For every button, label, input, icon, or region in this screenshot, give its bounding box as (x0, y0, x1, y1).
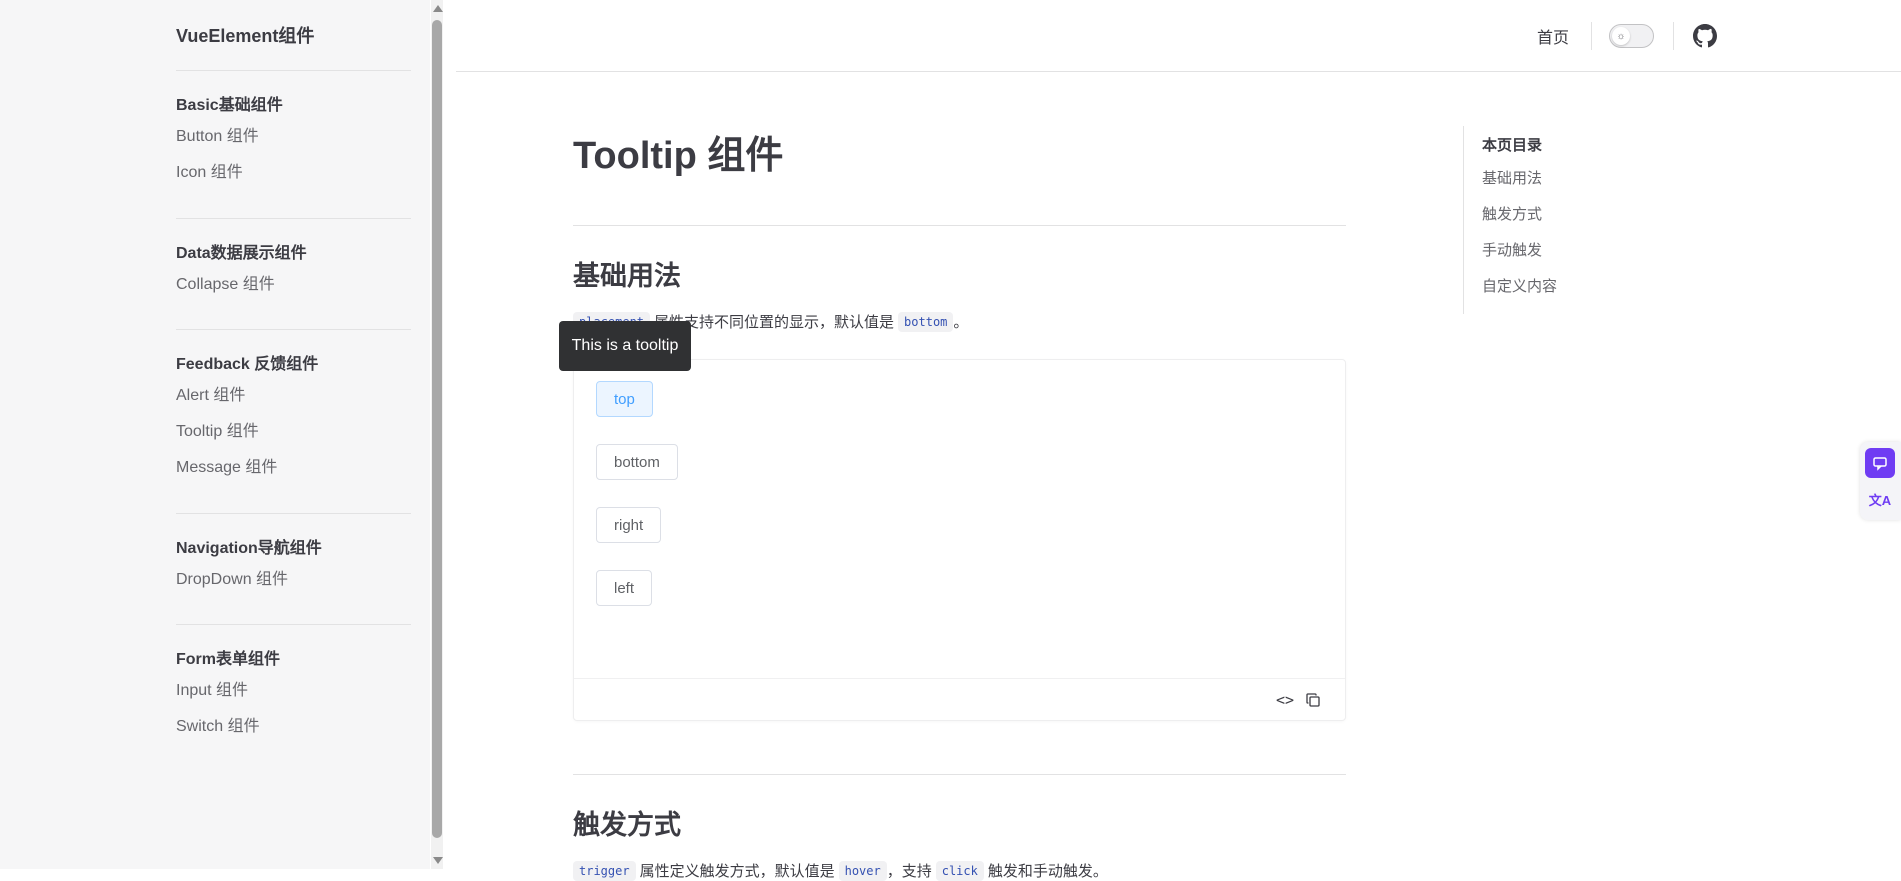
floating-widget: 文A (1860, 442, 1901, 520)
desc-mid: ，支持 (886, 863, 932, 880)
toc-item-basic[interactable]: 基础用法 (1482, 170, 1557, 206)
sidebar-item-collapse[interactable]: Collapse 组件 (176, 267, 411, 303)
sidebar-group-title: Navigation导航组件 (176, 540, 322, 557)
sidebar-item-message[interactable]: Message 组件 (176, 450, 411, 486)
theme-toggle-switch[interactable]: ☼ (1609, 24, 1654, 48)
toc-title: 本页目录 (1482, 137, 1543, 154)
sidebar-group-title: Data数据展示组件 (176, 245, 307, 262)
code-trigger: trigger (573, 860, 636, 881)
code-toggle-icon[interactable]: <> (1276, 691, 1294, 709)
tooltip-right-button[interactable]: right (596, 507, 662, 543)
sidebar-group-data: Data数据展示组件 Collapse 组件 (176, 218, 411, 303)
sidebar-item-switch[interactable]: Switch 组件 (176, 709, 411, 745)
copy-icon[interactable] (1306, 693, 1320, 707)
sidebar: VueElement组件 Basic基础组件 Button 组件 Icon 组件… (0, 0, 430, 869)
nav-home-link[interactable]: 首页 (1537, 24, 1569, 48)
tooltip-left-button[interactable]: left (596, 570, 653, 606)
tooltip-top-button[interactable]: top (596, 381, 653, 417)
sidebar-item-button[interactable]: Button 组件 (176, 119, 411, 155)
page-title: Tooltip 组件 (573, 135, 784, 177)
nav-divider (1591, 22, 1592, 50)
code-click: click (935, 860, 984, 881)
demo-footer: <> (574, 678, 1345, 720)
scroll-down-arrow-icon[interactable] (433, 857, 443, 864)
divider (573, 774, 1346, 775)
sidebar-group-title: Basic基础组件 (176, 97, 283, 114)
desc-text: 属性定义触发方式，默认值是 (639, 863, 835, 880)
section-desc-trigger: trigger 属性定义触发方式，默认值是 hover ，支持 click 触发… (573, 860, 1108, 881)
desc-end: 。 (953, 314, 969, 331)
sidebar-group-title: Feedback 反馈组件 (176, 356, 319, 373)
sidebar-group-feedback: Feedback 反馈组件 Alert 组件 Tooltip 组件 Messag… (176, 329, 411, 486)
sidebar-item-input[interactable]: Input 组件 (176, 673, 411, 709)
tooltip-bottom-button[interactable]: bottom (596, 444, 678, 480)
toc-item-trigger[interactable]: 触发方式 (1482, 206, 1557, 242)
code-hover: hover (838, 860, 887, 881)
divider (573, 225, 1346, 226)
sidebar-item-dropdown[interactable]: DropDown 组件 (176, 562, 411, 598)
sidebar-group-navigation: Navigation导航组件 DropDown 组件 (176, 513, 411, 598)
translate-panel-icon[interactable] (1865, 448, 1895, 478)
nav-divider (1673, 22, 1674, 50)
section-heading-trigger: 触发方式 (573, 810, 681, 840)
desc-end: 触发和手动触发。 (987, 863, 1108, 880)
scroll-up-arrow-icon[interactable] (433, 5, 443, 12)
tooltip-popup: This is a tooltip (559, 321, 691, 371)
sidebar-group-basic: Basic基础组件 Button 组件 Icon 组件 (176, 70, 411, 191)
scroll-thumb[interactable] (432, 20, 442, 838)
table-of-contents: 本页目录 基础用法 触发方式 手动触发 自定义内容 (1463, 126, 1557, 314)
brand-title[interactable]: VueElement组件 (176, 22, 314, 48)
toc-item-custom[interactable]: 自定义内容 (1482, 278, 1557, 314)
sidebar-item-alert[interactable]: Alert 组件 (176, 378, 411, 414)
sidebar-group-form: Form表单组件 Input 组件 Switch 组件 (176, 624, 411, 745)
top-navbar: 首页 ☼ (456, 0, 1901, 72)
language-icon[interactable]: 文A (1865, 484, 1895, 514)
github-icon[interactable] (1693, 24, 1717, 48)
code-bottom: bottom (898, 311, 954, 332)
sun-icon: ☼ (1612, 27, 1630, 45)
sidebar-item-icon[interactable]: Icon 组件 (176, 155, 411, 191)
sidebar-group-title: Form表单组件 (176, 651, 281, 668)
sidebar-scrollbar[interactable] (431, 0, 443, 869)
sidebar-item-tooltip[interactable]: Tooltip 组件 (176, 414, 411, 450)
toc-item-manual[interactable]: 手动触发 (1482, 242, 1557, 278)
section-heading-basic: 基础用法 (573, 261, 681, 291)
demo-box: top bottom right left <> (573, 359, 1346, 721)
